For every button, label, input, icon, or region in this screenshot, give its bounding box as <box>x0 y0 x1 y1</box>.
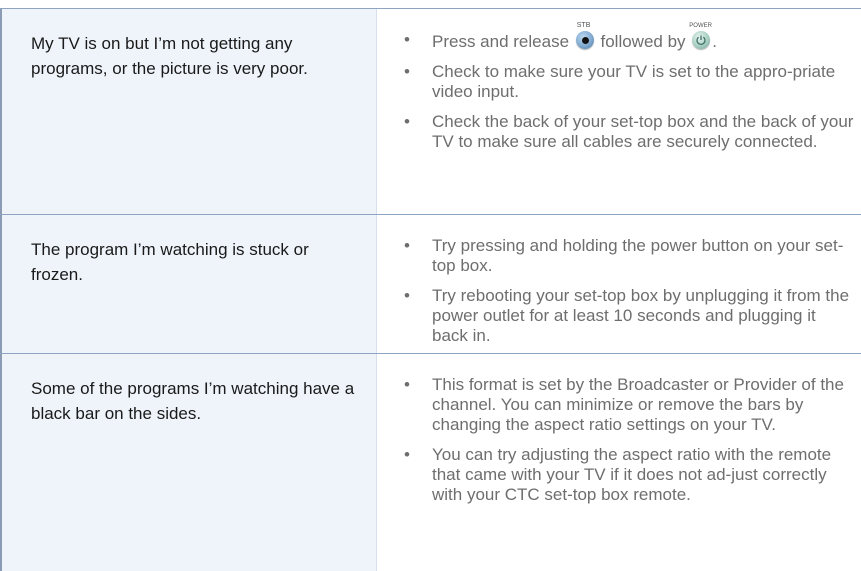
problem-cell: The program I’m watching is stuck or fro… <box>2 214 376 353</box>
solution-text: Press and release <box>432 32 570 51</box>
power-button-icon: POWER <box>689 23 712 50</box>
troubleshooting-table: My TV is on but I’m not getting any prog… <box>2 8 861 571</box>
solution-list: Try pressing and holding the power butto… <box>396 236 856 356</box>
solution-cell: Press and release STB followed by POWER <box>376 8 861 214</box>
problem-text: Some of the programs I’m watching have a… <box>31 379 355 423</box>
problem-text: My TV is on but I’m not getting any prog… <box>31 34 308 78</box>
solution-item: You can try adjusting the aspect ratio w… <box>396 445 856 505</box>
solution-cell: This format is set by the Broadcaster or… <box>376 353 861 571</box>
table-row: The program I’m watching is stuck or fro… <box>2 214 861 353</box>
row-divider <box>0 353 861 354</box>
column-divider <box>376 8 377 571</box>
solution-item: Press and release STB followed by POWER <box>396 22 856 52</box>
table-left-border <box>0 8 2 571</box>
solution-item: Try pressing and holding the power butto… <box>396 236 856 276</box>
problem-cell: Some of the programs I’m watching have a… <box>2 353 376 571</box>
table-row: My TV is on but I’m not getting any prog… <box>2 8 861 214</box>
solution-list: Press and release STB followed by POWER <box>396 22 856 162</box>
solution-text: followed by <box>600 32 686 51</box>
problem-cell: My TV is on but I’m not getting any prog… <box>2 8 376 214</box>
problem-text: The program I’m watching is stuck or fro… <box>31 240 309 284</box>
table-row: Some of the programs I’m watching have a… <box>2 353 861 571</box>
row-divider <box>0 214 861 215</box>
row-divider <box>0 8 861 9</box>
solution-item: Check the back of your set-top box and t… <box>396 112 856 152</box>
solution-text: . <box>712 32 718 51</box>
solution-cell: Try pressing and holding the power butto… <box>376 214 861 353</box>
solution-item: This format is set by the Broadcaster or… <box>396 375 856 435</box>
solution-item: Check to make sure your TV is set to the… <box>396 62 856 102</box>
solution-item: Try rebooting your set-top box by unplug… <box>396 286 856 346</box>
stb-button-icon: STB <box>574 22 596 50</box>
solution-list: This format is set by the Broadcaster or… <box>396 375 856 515</box>
